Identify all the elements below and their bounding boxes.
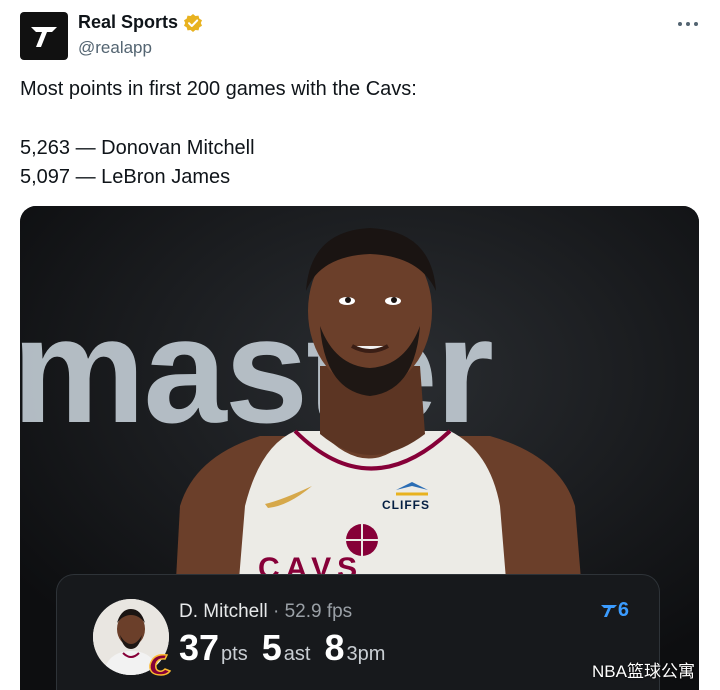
threes-unit: 3pm <box>346 643 386 665</box>
stat-line: 37 pts 5 ast 8 3pm <box>179 627 399 669</box>
tweet-header: Real Sports @realapp <box>20 10 700 66</box>
verified-badge-icon <box>184 13 203 32</box>
cavaliers-logo-icon <box>149 653 172 676</box>
real-sports-logo[interactable] <box>20 12 68 60</box>
tweet-text-line-3: 5,097 — LeBron James <box>20 166 231 188</box>
player-name[interactable]: D. Mitchell <box>179 601 268 622</box>
real-app-count-badge[interactable]: 6 <box>600 599 629 622</box>
player-stat-card[interactable]: D. Mitchell · 52.9 fps 37 pts 5 ast 8 3pm 6 <box>56 574 660 690</box>
assists-value: 5 <box>261 627 282 668</box>
name-row: Real Sports <box>78 12 203 33</box>
real-app-logo-icon <box>600 604 617 617</box>
assists-unit: ast <box>283 643 311 665</box>
account-handle[interactable]: @realapp <box>78 38 152 58</box>
tweet-text-line-2: 5,263 — Donovan Mitchell <box>20 137 255 159</box>
threes-value: 8 <box>324 627 345 668</box>
app-count: 6 <box>617 599 629 621</box>
jersey-sponsor-text: CLIFFS <box>382 498 430 512</box>
points-unit: pts <box>221 643 248 665</box>
watermark-text: NBA篮球公寓 <box>592 662 695 681</box>
points-value: 37 <box>179 627 220 668</box>
separator-dot: · <box>272 601 280 622</box>
stat-card-title: D. Mitchell · 52.9 fps <box>179 601 352 623</box>
display-name[interactable]: Real Sports <box>78 12 178 33</box>
more-options-icon[interactable] <box>676 12 700 36</box>
tweet-media-image[interactable]: master CLIFFS CAVS D. Mitchell · 52.9 fp… <box>20 206 699 690</box>
tweet-text-line-1: Most points in first 200 games with the … <box>20 78 417 100</box>
fps-value: 52.9 fps <box>284 601 353 622</box>
